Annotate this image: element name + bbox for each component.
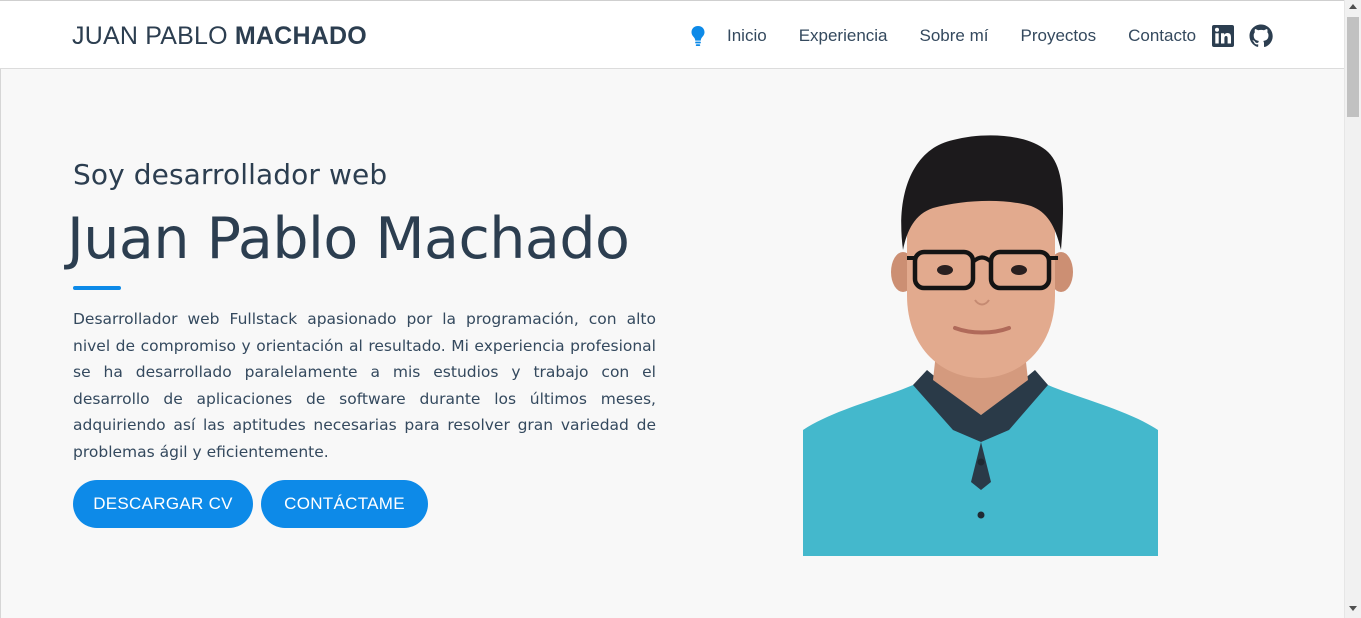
hero-subtitle: Soy desarrollador web: [73, 158, 388, 191]
nav-link-proyectos[interactable]: Proyectos: [1021, 25, 1097, 47]
scroll-thumb[interactable]: [1347, 17, 1359, 117]
profile-photo: [803, 135, 1158, 556]
nav-menu: Inicio Experiencia Sobre mí Proyectos Co…: [727, 25, 1228, 47]
scroll-down-arrow[interactable]: [1349, 606, 1357, 611]
hero-description: Desarrollador web Fullstack apasionado p…: [73, 310, 656, 461]
lightbulb-icon[interactable]: [690, 25, 706, 47]
brand-logo[interactable]: JUAN PABLO MACHADO: [72, 22, 367, 51]
nav-link-experiencia[interactable]: Experiencia: [799, 25, 888, 47]
nav-link-contacto[interactable]: Contacto: [1128, 25, 1196, 47]
linkedin-icon[interactable]: [1211, 24, 1235, 48]
page-scrollbar[interactable]: [1344, 0, 1361, 618]
brand-last-name: MACHADO: [234, 22, 367, 50]
navbar: JUAN PABLO MACHADO Inicio Experiencia So…: [0, 0, 1344, 69]
scroll-up-arrow[interactable]: [1349, 4, 1357, 9]
contact-me-button[interactable]: CONTÁCTAME: [261, 480, 428, 528]
nav-link-sobre-mi[interactable]: Sobre mí: [920, 25, 989, 47]
brand-first-name: JUAN PABLO: [72, 22, 235, 50]
nav-link-inicio[interactable]: Inicio: [727, 25, 767, 47]
github-icon[interactable]: [1249, 24, 1273, 48]
hero-name: Juan Pablo Machado: [67, 206, 630, 272]
download-cv-button[interactable]: DESCARGAR CV: [73, 480, 253, 528]
title-underline: [73, 286, 121, 290]
